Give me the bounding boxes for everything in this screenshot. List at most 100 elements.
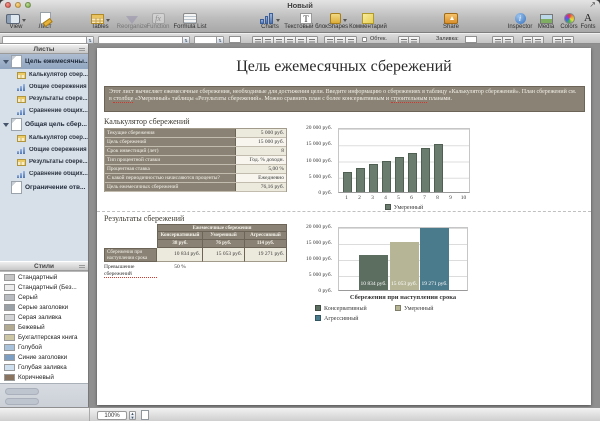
calc-label-cell[interactable]: Текущие сбережения [105, 129, 236, 137]
excess-value[interactable]: 50 % [157, 264, 203, 278]
calc-label-cell[interactable]: С какой периодичностью начисляются проце… [105, 174, 236, 182]
styles-panel-header[interactable]: Стили [0, 261, 88, 271]
style-item[interactable]: Голубой [0, 343, 88, 353]
calc-label-cell[interactable]: Процентная ставка [105, 165, 236, 173]
style-item[interactable]: Серая заливка [0, 312, 88, 322]
canvas[interactable]: Цель ежемесячных сбережений Этот лист вы… [90, 44, 600, 407]
text-color-well[interactable] [229, 36, 241, 43]
bar-year-5[interactable] [395, 157, 404, 192]
disclosure-triangle-icon[interactable] [3, 123, 9, 127]
sidebar-item-chart-compare-2[interactable]: Сравнение общих... [0, 168, 88, 180]
toolbar-button-share[interactable]: Share [436, 10, 466, 32]
sidebar-item-table-results-1[interactable]: Результаты сбере... [0, 93, 88, 105]
calc-label-cell[interactable]: Срок инвестиций (лет) [105, 147, 236, 155]
font-size-select[interactable]: ⇅ [194, 36, 224, 44]
calc-value-cell[interactable]: 15 000 руб. [236, 138, 286, 146]
calculator-heading[interactable]: Калькулятор сбережений [104, 117, 190, 126]
bar-year-3[interactable] [369, 164, 378, 192]
style-item[interactable]: Стандартный (Без... [0, 282, 88, 292]
span-header-cell[interactable]: Ежемесячные сбережения [157, 224, 287, 232]
sheets-panel-header[interactable]: Листы [0, 44, 88, 54]
column-header-aggressive[interactable]: Агрессивный [245, 232, 287, 240]
empty-cell[interactable] [104, 232, 157, 240]
sidebar-item-chart-common-2[interactable]: Общие сбережения [0, 144, 88, 156]
page-title[interactable]: Цель ежемесячных сбережений [97, 58, 591, 76]
document-page[interactable]: Цель ежемесячных сбережений Этот лист вы… [97, 48, 591, 405]
excess-label[interactable]: Превышение сбережений [104, 264, 157, 278]
toolbar-button-inspector[interactable]: i Inspector [503, 10, 537, 32]
table-row[interactable]: Текущие сбережения5 000 руб. [105, 129, 286, 138]
toolbar-button-comment[interactable]: Комментарий [346, 10, 390, 32]
sidebar-item-sheet-1[interactable]: Цель ежемесячны... [0, 54, 88, 69]
text-align-segment[interactable] [252, 36, 318, 44]
column-header-moderate[interactable]: Умеренный [203, 232, 245, 240]
sidebar-item-table-results-2[interactable]: Результаты сбере... [0, 156, 88, 168]
sidebar-item-table-calc-2[interactable]: Калькулятор сбер... [0, 132, 88, 144]
savings-calculator-table[interactable]: Текущие сбережения5 000 руб. Цель сбереж… [104, 128, 287, 192]
calc-value-cell[interactable]: 8 [236, 147, 286, 155]
maturity-row-label[interactable]: Сбережения при наступлении срока [104, 248, 157, 262]
maturity-value-conservative[interactable]: 10 834 руб. [157, 248, 203, 262]
results-heading[interactable]: Результаты сбережений [104, 214, 184, 223]
calc-value-cell[interactable]: Ежедневно [236, 174, 286, 182]
style-item[interactable]: Голубая заливка [0, 363, 88, 373]
results-comparison-chart[interactable]: 10 834 руб.15 053 руб.19 271 руб. [338, 227, 468, 291]
toolbar-button-text-box[interactable]: T Текстовый блок [282, 10, 330, 32]
style-item[interactable]: Серый [0, 292, 88, 302]
panel-grip-icon[interactable] [79, 48, 85, 52]
border-width-segment[interactable] [522, 36, 544, 44]
description-text-box[interactable]: Этот лист вычисляет ежемесячные сбережен… [104, 86, 585, 112]
calc-label-cell[interactable]: Тип процентной ставки [105, 156, 236, 164]
calc-value-cell[interactable]: Год. % доходн. [236, 156, 286, 164]
zoom-stepper[interactable]: ▲▼ [129, 411, 136, 420]
toolbar-button-formula-list[interactable]: Formula List [168, 10, 212, 32]
calc-label-cell[interactable]: Цель сбережений [105, 138, 236, 146]
monthly-value-conservative[interactable]: 38 руб. [157, 240, 203, 248]
calc-value-cell[interactable]: 5,00 % [236, 165, 286, 173]
style-item[interactable]: Бежевый [0, 322, 88, 332]
style-item[interactable]: Стандартный [0, 272, 88, 282]
sidebar-item-chart-common-1[interactable]: Общие сбережения [0, 81, 88, 93]
bar-Агрессивный[interactable]: 19 271 руб. [420, 228, 449, 290]
vertical-align-segment[interactable] [324, 36, 357, 44]
table-row[interactable]: Тип процентной ставкиГод. % доходн. [105, 156, 286, 165]
bar-Консервативный[interactable]: 10 834 руб. [359, 255, 388, 290]
sidebar-item-sheet-3[interactable]: Ограничение отв... [0, 180, 88, 195]
style-item[interactable]: Серые заголовки [0, 302, 88, 312]
empty-cell[interactable] [104, 224, 157, 232]
bar-year-2[interactable] [356, 168, 365, 192]
toolbar-button-fonts[interactable]: A Fonts [578, 10, 598, 32]
font-typeface-select[interactable]: ⇅ [98, 36, 190, 44]
font-family-select[interactable]: ⇅ [2, 36, 94, 44]
maturity-value-aggressive[interactable]: 19 271 руб. [245, 248, 287, 262]
bar-year-1[interactable] [343, 172, 352, 192]
sidebar-item-table-calc-1[interactable]: Калькулятор сбер... [0, 69, 88, 81]
calc-value-cell[interactable]: 5 000 руб. [236, 129, 286, 137]
savings-results-table[interactable]: Ежемесячные сбережения Консервативный Ум… [104, 224, 287, 262]
bar-Умеренный[interactable]: 15 053 руб. [390, 242, 419, 290]
table-row[interactable]: Процентная ставка5,00 % [105, 165, 286, 174]
bar-year-6[interactable] [408, 153, 417, 192]
table-row[interactable]: С какой периодичностью начисляются проце… [105, 174, 286, 183]
bar-year-8[interactable] [434, 144, 443, 192]
style-item[interactable]: Синие заголовки [0, 353, 88, 363]
excess-row[interactable]: Превышение сбережений 50 % [104, 264, 287, 278]
bar-year-7[interactable] [421, 148, 430, 192]
zoom-level-select[interactable]: 100% [97, 411, 127, 420]
toolbar-button-view[interactable]: View [2, 10, 30, 32]
bar-year-4[interactable] [382, 161, 391, 193]
toolbar-button-sheet[interactable]: Лист [32, 10, 58, 32]
title-bar[interactable]: Новый ↗ [0, 0, 600, 10]
empty-cell[interactable] [104, 240, 157, 248]
table-row[interactable]: Срок инвестиций (лет)8 [105, 147, 286, 156]
wrap-checkbox[interactable] [362, 37, 367, 42]
maturity-value-moderate[interactable]: 15 053 руб. [203, 248, 245, 262]
insert-segment[interactable] [398, 36, 420, 44]
monthly-value-moderate[interactable]: 76 руб. [203, 240, 245, 248]
disclosure-triangle-icon[interactable] [3, 60, 9, 64]
calc-value-cell[interactable]: 76,16 руб. [236, 183, 286, 191]
fullscreen-icon[interactable]: ↗ [589, 0, 596, 9]
table-row[interactable]: Цель ежемесячных сбережений76,16 руб. [105, 183, 286, 192]
style-item[interactable]: Бухгалтерская книга [0, 333, 88, 343]
page-view-icon[interactable] [141, 410, 149, 420]
